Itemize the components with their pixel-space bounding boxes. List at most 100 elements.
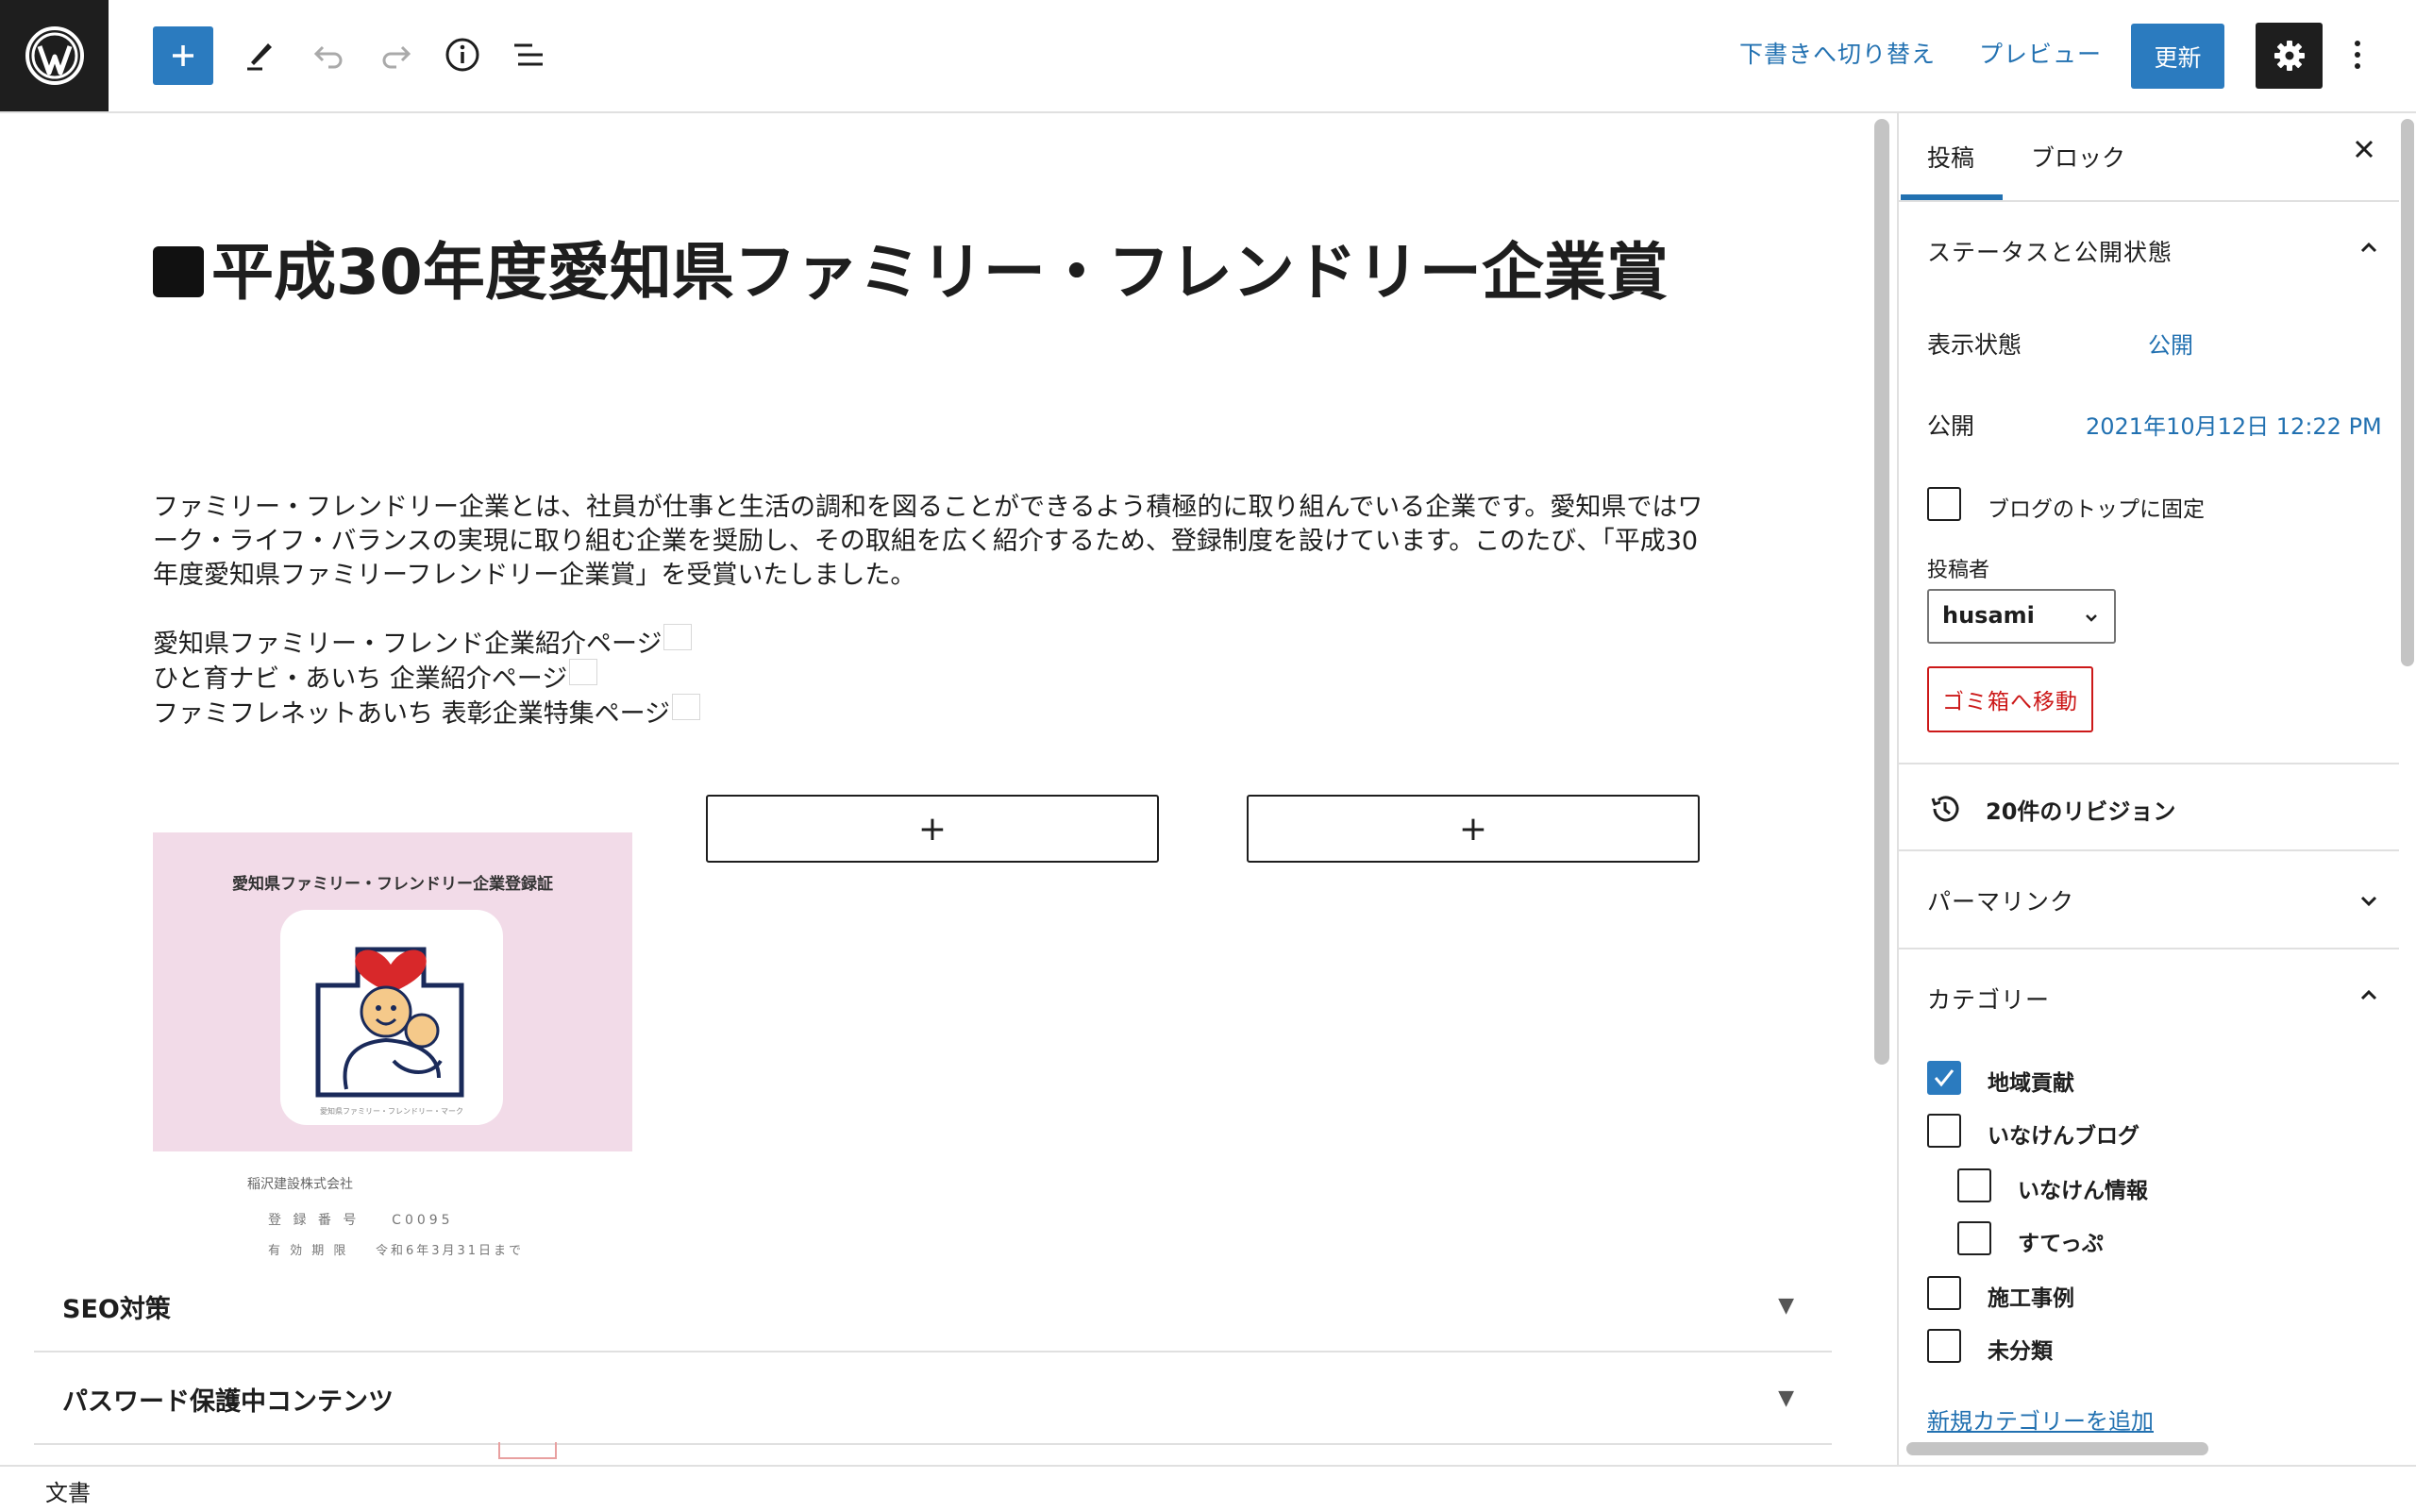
add-new-category-link[interactable]: 新規カテゴリーを追加 xyxy=(1927,1403,2154,1436)
divider xyxy=(1899,849,2399,851)
close-sidebar-button[interactable] xyxy=(2352,136,2376,169)
caret-down-icon[interactable]: ▼ xyxy=(1778,1386,1794,1410)
update-button[interactable]: 更新 xyxy=(2131,24,2224,89)
logo-caption: 愛知県ファミリー・フレンドリー・マーク xyxy=(320,1107,463,1116)
valid-label: 有 効 期 限 xyxy=(268,1244,349,1258)
redo-button[interactable] xyxy=(370,28,423,81)
tab-block[interactable]: ブロック xyxy=(2031,113,2125,200)
move-to-trash-button[interactable]: ゴミ箱へ移動 xyxy=(1927,666,2093,732)
category-checkbox-chiiki-kouken[interactable] xyxy=(1927,1061,1961,1095)
certificate-company: 稲沢建設株式会社 xyxy=(247,1177,353,1192)
link-label: ファミフレネットあいち 表彰企業特集ページ xyxy=(153,699,671,729)
post-title[interactable]: 平成30年度愛知県ファミリー・フレンドリー企業賞 xyxy=(153,222,1710,324)
chevron-up-icon[interactable] xyxy=(2356,234,2382,260)
seo-meta-box[interactable]: SEO対策 ▼ xyxy=(34,1260,1832,1352)
intro-paragraph[interactable]: ファミリー・フレンドリー企業とは、社員が仕事と生活の調和を図ることができるよう積… xyxy=(153,491,1710,593)
external-link-icon xyxy=(663,624,693,650)
checkmark-icon xyxy=(1934,1069,1955,1087)
sidebar-horizontal-scrollbar[interactable] xyxy=(1906,1442,2208,1455)
sticky-checkbox[interactable] xyxy=(1927,487,1961,521)
category-label: いなけんブログ xyxy=(1988,1124,2139,1149)
add-block-button[interactable] xyxy=(153,26,213,85)
password-meta-box[interactable]: パスワード保護中コンテンツ ▼ xyxy=(34,1352,1832,1445)
publish-label: 公開 xyxy=(1927,412,1975,440)
plus-icon xyxy=(173,45,193,66)
external-link-icon xyxy=(569,659,598,685)
tab-post[interactable]: 投稿 xyxy=(1927,113,1974,200)
certificate-heading: 愛知県ファミリー・フレンドリー企業登録証 xyxy=(232,875,553,894)
valid-value: 令和6年3月31日まで xyxy=(375,1244,525,1258)
block-appender-button[interactable]: + xyxy=(706,795,1159,863)
wordpress-icon xyxy=(25,26,84,85)
category-label: すてっぷ xyxy=(2018,1232,2104,1256)
settings-sidebar: 投稿 ブロック ステータスと公開状態 表示状態 公開 公開 2021年10月12… xyxy=(1897,113,2399,1465)
visibility-toggle[interactable]: 公開 xyxy=(2148,327,2193,360)
wordpress-logo-button[interactable] xyxy=(0,0,109,111)
category-checkbox-inaken-info[interactable] xyxy=(1957,1168,1991,1202)
category-checkbox-uncategorized[interactable] xyxy=(1927,1329,1961,1363)
divider xyxy=(1899,200,2399,202)
more-options-button[interactable] xyxy=(2340,28,2374,81)
switch-to-draft-button[interactable]: 下書きへ切り替え xyxy=(1739,36,1936,70)
link-famifure-net-page[interactable]: ファミフレネットあいち 表彰企業特集ページ xyxy=(153,693,701,730)
undo-icon xyxy=(313,45,343,69)
status-panel-toggle[interactable]: ステータスと公開状態 xyxy=(1927,234,2173,268)
info-icon xyxy=(445,38,479,72)
close-icon xyxy=(2355,140,2374,159)
category-checkbox-step[interactable] xyxy=(1957,1221,1991,1255)
family-friendly-mark: 愛知県ファミリー・フレンドリー・マーク xyxy=(280,910,503,1125)
certificate-registration: 登 録 番 号 C0095 xyxy=(268,1210,454,1229)
category-checkbox-inaken-blog[interactable] xyxy=(1927,1114,1961,1148)
details-button[interactable] xyxy=(436,28,489,81)
divider xyxy=(1899,948,2399,949)
meta-box-title: パスワード保護中コンテンツ xyxy=(62,1387,394,1417)
category-label: いなけん情報 xyxy=(2018,1179,2148,1203)
publish-date-toggle[interactable]: 2021年10月12日 12:22 PM xyxy=(2086,408,2382,441)
pencil-icon xyxy=(247,43,272,71)
divider xyxy=(1899,763,2399,764)
sidebar-scrollbar[interactable] xyxy=(2401,119,2414,666)
caret-down-icon[interactable]: ▼ xyxy=(1778,1294,1794,1318)
title-square-mark xyxy=(153,246,204,297)
undo-button[interactable] xyxy=(302,28,355,81)
reg-label: 登 録 番 号 xyxy=(268,1213,361,1228)
chevron-down-icon xyxy=(2086,614,2097,622)
revisions-button[interactable]: 20件のリビジョン xyxy=(1927,791,2175,827)
family-friendly-logo-icon xyxy=(315,947,464,1098)
block-appender-button[interactable]: + xyxy=(1247,795,1700,863)
revisions-label: 20件のリビジョン xyxy=(1986,798,2176,825)
categories-panel-toggle[interactable]: カテゴリー xyxy=(1927,982,2050,1016)
history-icon xyxy=(1931,796,1959,822)
gear-icon xyxy=(2273,41,2305,71)
reg-value: C0095 xyxy=(392,1213,454,1228)
list-view-icon xyxy=(514,43,543,66)
link-hitoiku-navi-page[interactable]: ひと育ナビ・あいち 企業紹介ページ xyxy=(153,658,598,695)
certificate-validity: 有 効 期 限 令和6年3月31日まで xyxy=(268,1240,524,1258)
chevron-down-icon[interactable] xyxy=(2356,887,2382,914)
certificate-image[interactable]: 愛知県ファミリー・フレンドリー企業登録証 愛知県ファミリー・フレンドリー・マーク… xyxy=(153,832,632,1260)
redo-icon xyxy=(382,45,411,69)
category-label: 未分類 xyxy=(1988,1339,2053,1364)
category-label: 施工事例 xyxy=(1988,1286,2074,1311)
settings-button[interactable] xyxy=(2256,23,2323,89)
sticky-label: ブログのトップに固定 xyxy=(1988,497,2205,522)
editor-scrollbar[interactable] xyxy=(1874,119,1889,1065)
permalink-panel-toggle[interactable]: パーマリンク xyxy=(1927,883,2074,917)
external-link-icon xyxy=(672,694,701,720)
editor-header: 下書きへ切り替え プレビュー 更新 xyxy=(0,0,2416,113)
author-select[interactable]: husami xyxy=(1927,589,2116,644)
visibility-label: 表示状態 xyxy=(1927,331,2022,359)
link-aichi-ff-company-page[interactable]: 愛知県ファミリー・フレンド企業紹介ページ xyxy=(153,623,693,660)
block-breadcrumb[interactable]: 文書 xyxy=(45,1474,91,1507)
editor-footer: 文書 xyxy=(0,1465,2416,1512)
vertical-ellipsis-icon xyxy=(2355,41,2360,69)
chevron-up-icon[interactable] xyxy=(2356,982,2382,1008)
category-label: 地域貢献 xyxy=(1988,1071,2074,1096)
category-checkbox-case-study[interactable] xyxy=(1927,1276,1961,1310)
edit-mode-button[interactable] xyxy=(234,28,287,81)
author-value: husami xyxy=(1942,602,2035,629)
link-label: 愛知県ファミリー・フレンド企業紹介ページ xyxy=(153,630,663,659)
preview-button[interactable]: プレビュー xyxy=(1979,36,2102,70)
list-view-button[interactable] xyxy=(502,28,555,81)
stamp-image-peek xyxy=(498,1442,557,1459)
